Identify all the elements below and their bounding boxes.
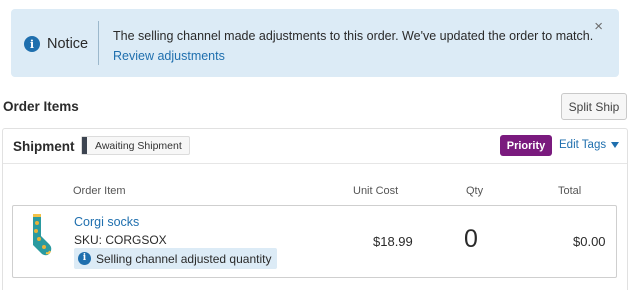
notice-banner: i Notice The selling channel made adjust… bbox=[11, 9, 619, 77]
quantity-value: 0 bbox=[464, 225, 478, 253]
column-header-qty: Qty bbox=[466, 185, 484, 197]
table-row: Corgi socks SKU: CORGSOX i Selling chann… bbox=[12, 205, 617, 278]
caret-down-icon bbox=[611, 142, 620, 148]
priority-tag[interactable]: Priority bbox=[500, 135, 552, 156]
notice-message: The selling channel made adjustments to … bbox=[113, 29, 594, 43]
sock-product-image bbox=[33, 214, 52, 256]
column-header-total: Total bbox=[558, 185, 582, 197]
notice-divider bbox=[98, 21, 99, 65]
column-header-unit-cost: Unit Cost bbox=[353, 185, 399, 197]
review-adjustments-link[interactable]: Review adjustments bbox=[113, 49, 225, 63]
order-items-title: Order Items bbox=[3, 99, 79, 114]
edit-tags-label: Edit Tags bbox=[559, 139, 607, 151]
shipment-header: Shipment Awaiting Shipment Priority Edit… bbox=[3, 129, 627, 164]
split-ship-button[interactable]: Split Ship bbox=[561, 93, 627, 120]
status-text: Awaiting Shipment bbox=[95, 139, 182, 152]
info-icon: i bbox=[78, 252, 91, 265]
adjustment-note: Selling channel adjusted quantity bbox=[96, 251, 272, 266]
info-icon: i bbox=[24, 36, 40, 52]
edit-tags-dropdown[interactable]: Edit Tags bbox=[559, 139, 620, 151]
total-value: $0.00 bbox=[573, 234, 606, 249]
product-sku: SKU: CORGSOX bbox=[74, 233, 167, 247]
notice-label: i Notice bbox=[24, 34, 88, 54]
column-header-order-item: Order Item bbox=[73, 185, 126, 197]
unit-cost-value: $18.99 bbox=[373, 234, 413, 249]
shipment-title: Shipment bbox=[13, 139, 75, 154]
status-badge: Awaiting Shipment bbox=[81, 136, 190, 155]
status-color-bar bbox=[82, 137, 87, 154]
adjustment-badge: i Selling channel adjusted quantity bbox=[74, 248, 278, 269]
notice-title: Notice bbox=[47, 36, 89, 52]
close-icon[interactable]: × bbox=[594, 19, 603, 34]
product-name-link[interactable]: Corgi socks bbox=[74, 215, 139, 229]
shipment-card: Shipment Awaiting Shipment Priority Edit… bbox=[2, 128, 628, 290]
